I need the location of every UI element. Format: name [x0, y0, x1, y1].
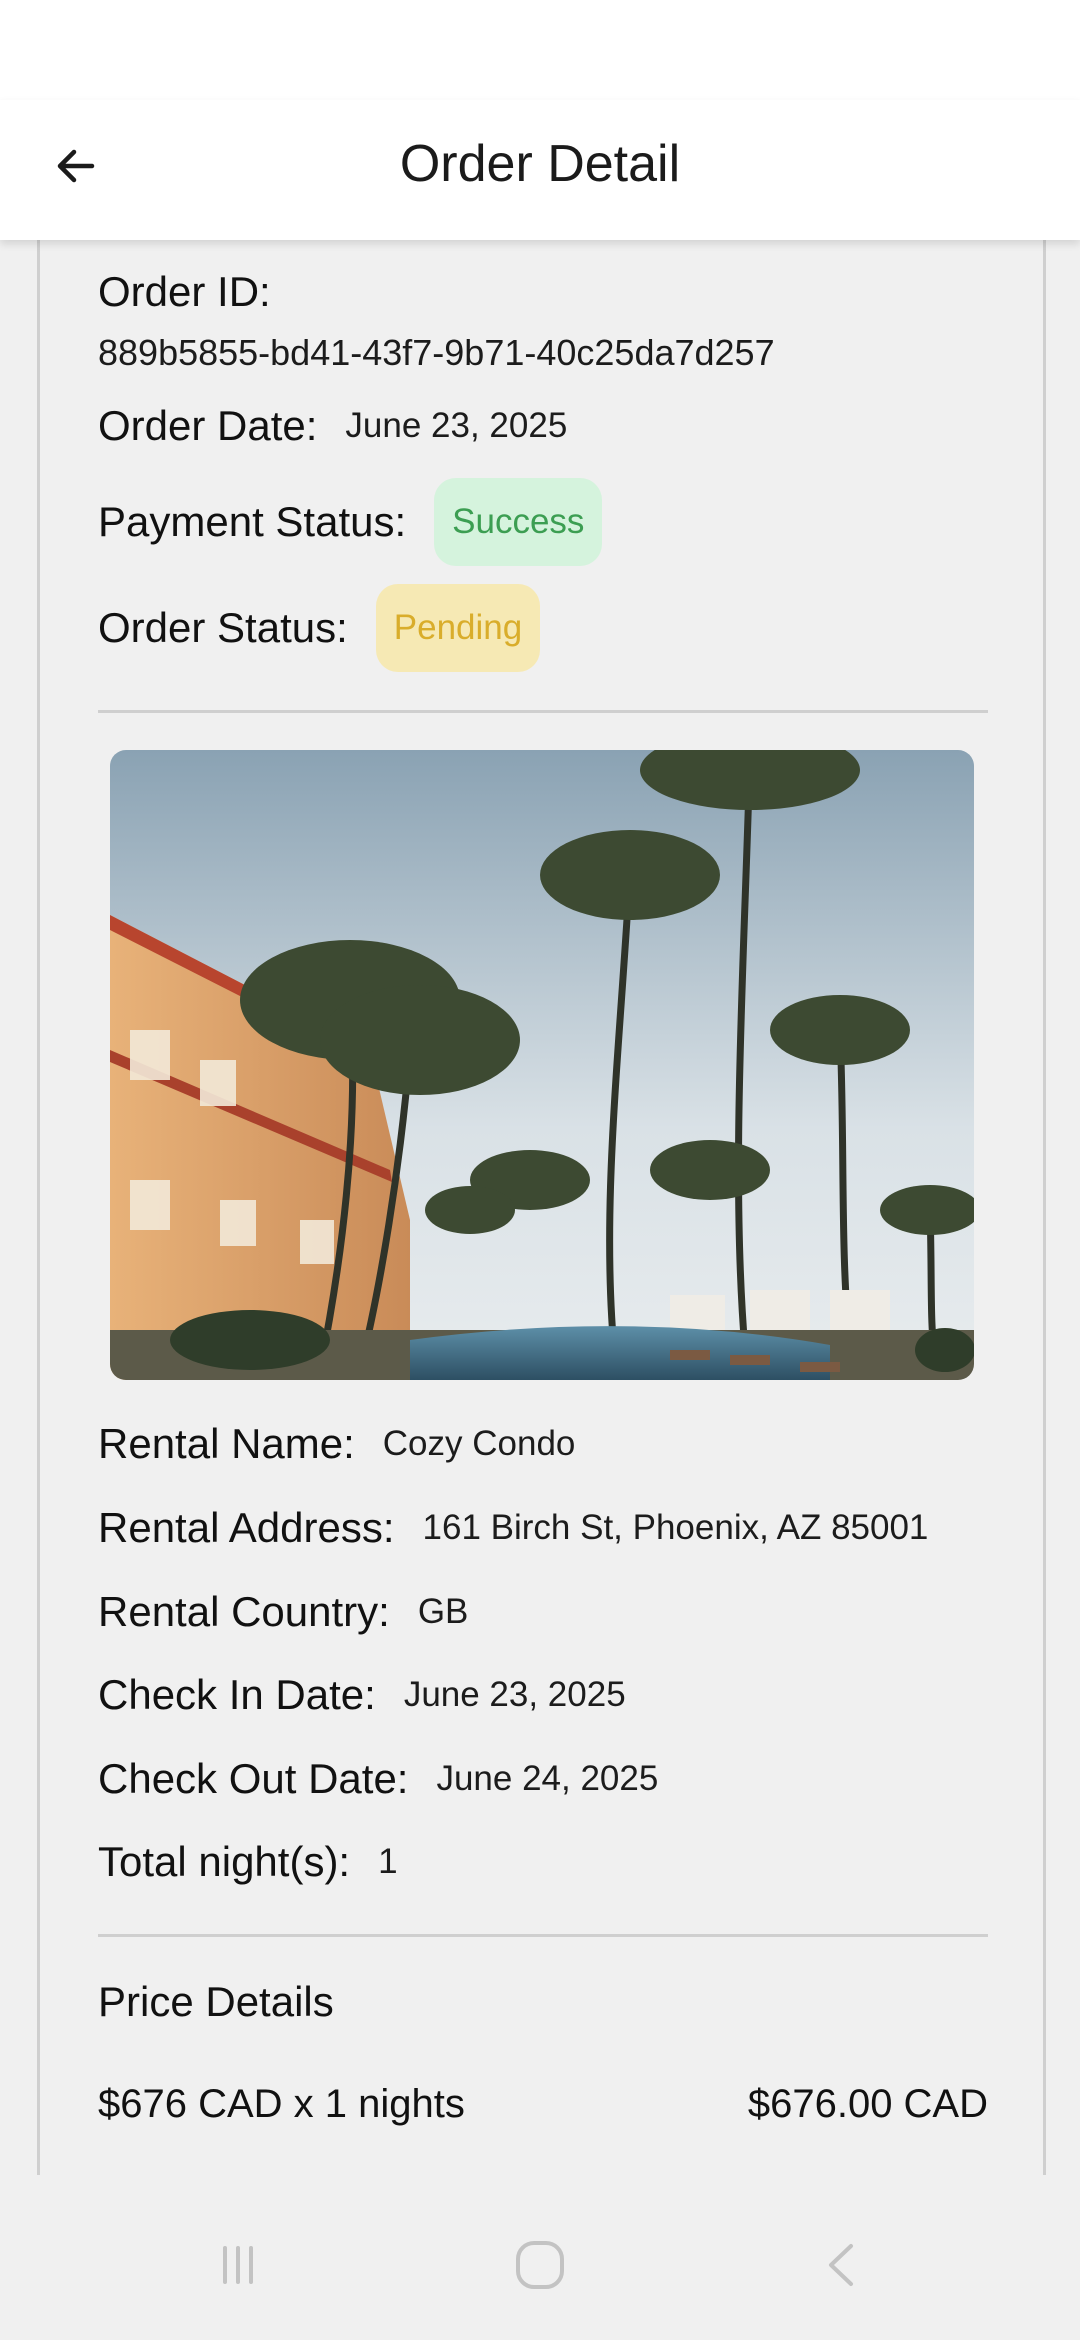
check-in-label: Check In Date:	[98, 1671, 376, 1718]
total-nights-label: Total night(s):	[98, 1838, 351, 1885]
app-bar: Order Detail	[0, 100, 1080, 240]
home-icon	[516, 2241, 564, 2289]
total-nights-value: 1	[378, 1842, 398, 1881]
payment-status-label: Payment Status:	[98, 498, 407, 545]
status-bar	[0, 0, 1080, 100]
rental-address-value: 161 Birch St, Phoenix, AZ 85001	[422, 1508, 929, 1547]
order-status-badge: Pending	[375, 584, 541, 672]
rental-country-label: Rental Country:	[98, 1588, 390, 1635]
rental-photo	[110, 750, 974, 1380]
divider	[98, 1934, 988, 1937]
order-id-label: Order ID:	[98, 268, 271, 315]
check-in-value: June 23, 2025	[403, 1675, 626, 1714]
price-line: $676 CAD x 1 nights $676.00 CAD	[98, 2082, 988, 2127]
recent-apps-icon	[223, 2246, 253, 2284]
order-status-row: Order Status: Pending	[98, 584, 541, 672]
order-id-section: Order ID: 889b5855-bd41-43f7-9b71-40c25d…	[98, 268, 988, 374]
total-nights-row: Total night(s): 1	[98, 1838, 398, 1886]
system-back-button[interactable]	[802, 2225, 882, 2305]
order-date-label: Order Date:	[98, 402, 318, 449]
order-detail-card[interactable]: Order ID: 889b5855-bd41-43f7-9b71-40c25d…	[37, 240, 1046, 2175]
order-date-value: June 23, 2025	[345, 406, 568, 445]
rental-country-value: GB	[417, 1592, 469, 1631]
rental-name-value: Cozy Condo	[382, 1424, 576, 1463]
rental-country-row: Rental Country: GB	[98, 1588, 468, 1636]
check-out-row: Check Out Date: June 24, 2025	[98, 1755, 658, 1803]
home-button[interactable]	[500, 2225, 580, 2305]
rental-address-label: Rental Address:	[98, 1504, 395, 1551]
payment-status-row: Payment Status: Success	[98, 478, 603, 566]
price-details-title: Price Details	[98, 1978, 334, 2025]
price-line-amount: $676.00 CAD	[747, 2082, 988, 2126]
order-status-label: Order Status:	[98, 604, 348, 651]
check-out-label: Check Out Date:	[98, 1755, 409, 1802]
order-id-value: 889b5855-bd41-43f7-9b71-40c25da7d257	[98, 332, 775, 373]
rental-name-label: Rental Name:	[98, 1420, 355, 1467]
check-out-value: June 24, 2025	[436, 1759, 659, 1798]
rental-address-row: Rental Address: 161 Birch St, Phoenix, A…	[98, 1504, 928, 1552]
check-in-row: Check In Date: June 23, 2025	[98, 1671, 626, 1719]
back-chevron-icon	[829, 2244, 853, 2286]
payment-status-badge: Success	[434, 478, 603, 566]
rental-name-row: Rental Name: Cozy Condo	[98, 1420, 575, 1468]
system-nav-bar	[0, 2175, 1080, 2340]
order-date-row: Order Date: June 23, 2025	[98, 402, 567, 450]
page-title: Order Detail	[399, 135, 681, 193]
rental-photo-illustration	[110, 750, 974, 1380]
recent-apps-button[interactable]	[198, 2225, 278, 2305]
divider	[98, 710, 988, 713]
price-line-label: $676 CAD x 1 nights	[98, 2082, 465, 2126]
